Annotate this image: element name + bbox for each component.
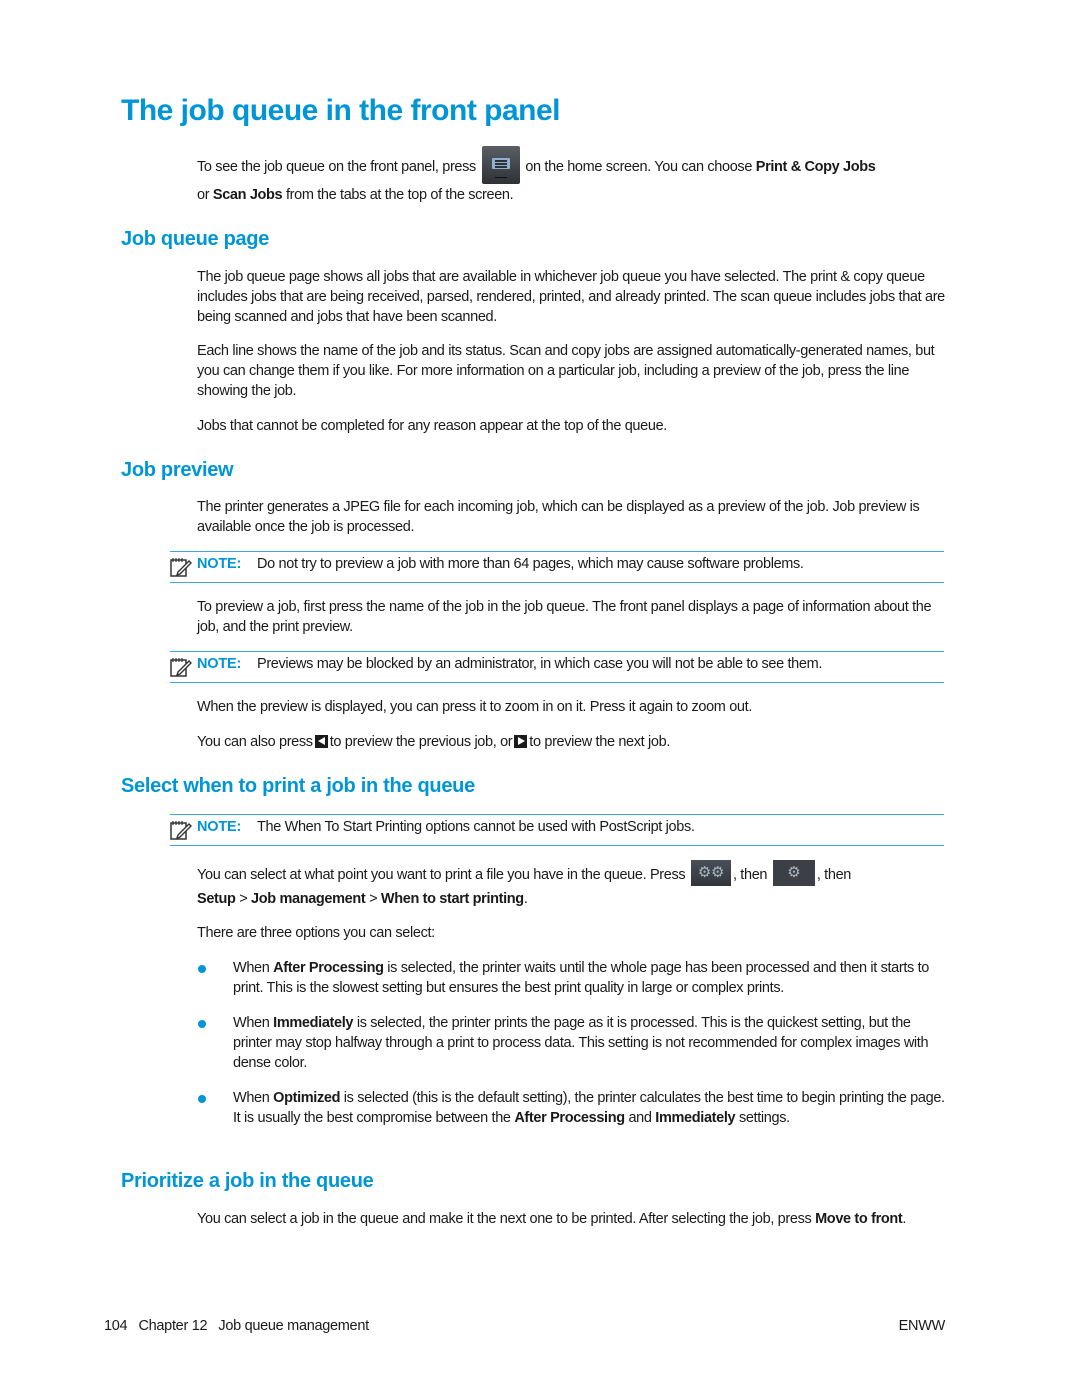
intro-text: To see the job queue on the front panel,… [197,158,476,175]
menu-path-item: Job management [251,891,366,907]
paragraph: You can also press to preview the previou… [197,732,947,752]
intro-text: on the home screen. You can choose [525,158,753,175]
paragraph: To preview a job, first press the name o… [197,599,932,635]
menu-path: Setup > Job management > When to start p… [197,889,947,909]
text: You can also press [197,734,313,750]
option-name: Optimized [273,1090,341,1106]
note-icon [170,657,192,677]
section-heading-prioritize: Prioritize a job in the queue [121,1170,374,1192]
text: to preview the next job. [529,734,671,750]
text: You can select at what point you want to… [197,866,686,883]
scan-jobs-label: Scan Jobs [212,187,283,203]
option-name: Immediately [273,1015,354,1031]
text: and [628,1110,652,1126]
paragraph: Jobs that cannot be completed for any re… [197,418,667,434]
paragraph: You can select at what point you want to… [197,860,947,888]
footer-left: 104 Chapter 12 Job queue management [104,1318,369,1334]
text: to preview the previous job, or [329,734,513,750]
text: When [233,960,270,976]
chapter-label: Chapter 12 [138,1318,208,1334]
intro-line-2: or Scan Jobs from the tabs at the top of… [197,185,947,205]
note-label: NOTE: [197,656,242,672]
text: settings. [738,1110,790,1126]
section-heading-job-queue-page: Job queue page [121,228,270,250]
note-box: NOTE: Previews may be blocked by an admi… [170,651,944,683]
setup-gear-icon: ⚙ [772,860,815,886]
previous-arrow-icon [314,735,328,748]
note-text: Do not try to preview a job with more th… [257,556,804,572]
menu-path-item: Setup [197,891,236,907]
next-arrow-icon [514,735,528,748]
paragraph: The printer generates a JPEG file for ea… [197,499,920,535]
note-icon [170,557,192,577]
text: . [902,1211,907,1227]
note-label: NOTE: [197,819,242,835]
option-name: Immediately [655,1110,736,1126]
bullet-icon [198,965,206,973]
bullet-icon [198,1020,206,1028]
paragraph: Each line shows the name of the job and … [197,343,935,399]
section-heading-select-when: Select when to print a job in the queue [121,775,475,797]
settings-gears-icon: ⚙⚙ [690,860,731,886]
option-name: After Processing [273,960,384,976]
paragraph: There are three options you can select: [197,925,435,941]
menu-path-item: When to start printing [380,891,524,907]
note-label: NOTE: [197,556,242,572]
menu-path-separator: > [369,891,378,907]
page-number: 104 [104,1318,128,1334]
move-to-front-label: Move to front [815,1211,903,1227]
text: . [523,891,528,907]
intro-text: or [197,187,210,203]
text: When [233,1090,270,1106]
job-queue-icon [481,146,520,184]
note-text: Previews may be blocked by an administra… [257,656,823,672]
note-box: NOTE: Do not try to preview a job with m… [170,551,944,583]
note-icon [170,820,192,840]
print-copy-jobs-label: Print & Copy Jobs [755,158,876,175]
bullet-icon [198,1095,206,1103]
intro-line-1: To see the job queue on the front panel,… [197,146,947,186]
note-text: The When To Start Printing options canno… [257,819,695,835]
option-name: After Processing [514,1110,625,1126]
menu-path-separator: > [239,891,248,907]
list-item: When After Processing is selected, the p… [233,958,948,998]
text: , then [816,866,852,883]
text: When [233,1015,270,1031]
note-box: NOTE: The When To Start Printing options… [170,814,944,846]
list-item: When Optimized is selected (this is the … [233,1088,948,1128]
text: You can select a job in the queue and ma… [197,1211,812,1227]
page-title: The job queue in the front panel [121,94,561,127]
section-heading-job-preview: Job preview [121,459,234,481]
footer-right: ENWW [898,1318,946,1334]
chapter-title: Job queue management [218,1318,369,1334]
text: , then [732,866,768,883]
intro-text: from the tabs at the top of the screen. [285,187,514,203]
paragraph: The job queue page shows all jobs that a… [197,269,945,325]
paragraph: When the preview is displayed, you can p… [197,699,752,715]
list-item: When Immediately is selected, the printe… [233,1013,948,1073]
paragraph: You can select a job in the queue and ma… [197,1209,947,1229]
